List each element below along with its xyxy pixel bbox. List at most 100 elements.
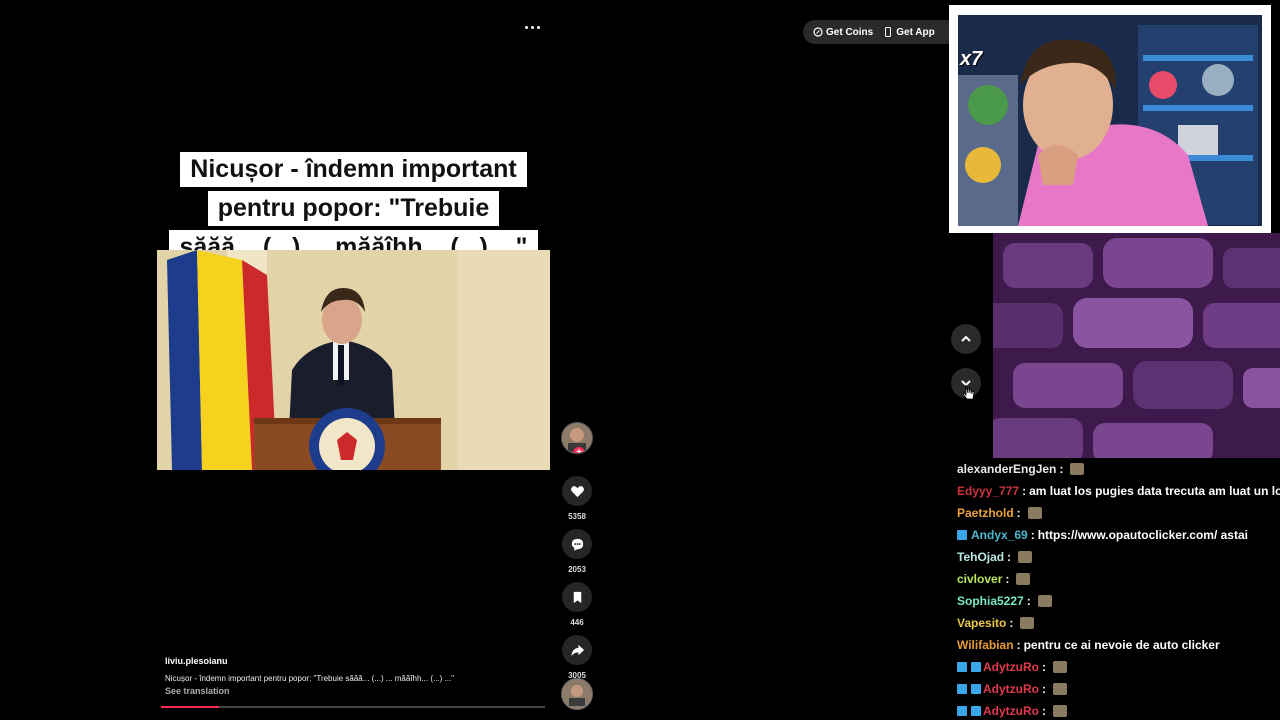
get-app-button[interactable]: Get App [883, 27, 935, 38]
chat-emote-icon [1053, 683, 1067, 695]
chat-message: Edyyy_777: am luat los pugies data trecut… [957, 480, 1280, 502]
chat-message: TehOjad: [957, 546, 1280, 568]
get-coins-button[interactable]: Get Coins [813, 27, 873, 38]
chat-username[interactable]: Vapesito [957, 614, 1006, 632]
chat-emote-icon [1037, 595, 1052, 607]
chat-badge-icon [957, 706, 967, 716]
mouse-cursor-icon [963, 384, 975, 400]
author-name[interactable]: liviu.plesoianu [165, 656, 228, 666]
chat-separator: : [1026, 594, 1031, 608]
chat-emote-icon [1020, 617, 1035, 629]
chat-emote-icon [1018, 551, 1033, 563]
chat-emote-icon [1053, 661, 1067, 673]
chat-text: am luat los pugies data trecuta am luat … [1029, 484, 1280, 498]
dot [524, 25, 528, 29]
heart-icon [570, 485, 584, 497]
comment-icon [571, 538, 583, 551]
chat-username[interactable]: alexanderEngJen [957, 460, 1056, 478]
more-options-button[interactable] [520, 18, 544, 36]
chat-username[interactable]: Andyx_69 [971, 526, 1028, 544]
chat-username[interactable]: Wilifabian [957, 636, 1014, 654]
stream-background [993, 233, 1280, 458]
chat-message: Paetzhold: [957, 502, 1280, 524]
chat-message: alexanderEngJen: [957, 458, 1280, 480]
chat-message: AdytzuRo: [957, 700, 1280, 720]
caption-line-1: Nicușor - îndemn important [180, 152, 527, 187]
video-player[interactable] [157, 250, 550, 470]
chat-separator: : [1016, 638, 1021, 652]
chat-username[interactable]: TehOjad [957, 548, 1004, 566]
share-button[interactable] [562, 635, 592, 665]
chat-text: pentru ce ai nevoie de auto clicker [1023, 638, 1220, 652]
chat-badge-icon [957, 684, 967, 694]
caption-line-2: pentru popor: "Trebuie [207, 191, 500, 226]
chat-badge-icon [957, 662, 967, 672]
chat-emote-icon [1016, 573, 1031, 585]
bookmark-icon [573, 591, 581, 603]
chat-text: https://www.opautoclicker.com/ astai [1037, 528, 1248, 542]
chat-separator: : [1022, 484, 1027, 498]
like-count: 5358 [568, 512, 586, 521]
get-app-label: Get App [896, 26, 935, 38]
chat-badge-icon [957, 530, 967, 540]
chat-separator: : [1009, 616, 1014, 630]
webcam-image [958, 15, 1262, 226]
dot [536, 25, 540, 29]
chat-username[interactable]: AdytzuRo [983, 680, 1039, 698]
chat-separator: : [1007, 550, 1012, 564]
dot [530, 25, 534, 29]
video-frame-image [157, 250, 550, 470]
see-translation-link[interactable]: See translation [165, 686, 230, 696]
chat-separator: : [1042, 660, 1046, 674]
chevron-up-icon [961, 335, 971, 342]
chat-message: AdytzuRo: [957, 678, 1280, 700]
chat-message: Vapesito: [957, 612, 1280, 634]
multiplier-badge: x7 [960, 48, 983, 70]
chat-message: Andyx_69: https://www.opautoclicker.com/ … [957, 524, 1280, 546]
chat-username[interactable]: Edyyy_777 [957, 482, 1019, 500]
get-coins-label: Get Coins [826, 26, 874, 38]
chat-emote-icon [1053, 705, 1067, 717]
action-column: + 5358 2053 446 3005 [560, 422, 594, 688]
chat-username[interactable]: Sophia5227 [957, 592, 1024, 610]
chat-separator: : [1042, 704, 1046, 718]
disc-image [562, 679, 592, 709]
share-icon [570, 644, 584, 656]
chat-username[interactable]: AdytzuRo [983, 658, 1039, 676]
chat-message: Sophia5227: [957, 590, 1280, 612]
phone-icon [885, 27, 892, 37]
previous-video-button[interactable] [951, 324, 981, 354]
creator-avatar[interactable]: + [561, 422, 593, 454]
chat-username[interactable]: AdytzuRo [983, 702, 1039, 720]
music-disc-avatar[interactable] [561, 678, 593, 710]
comment-button[interactable] [562, 529, 592, 559]
chat-message: Wilifabian: pentru ce ai nevoie de auto c… [957, 634, 1280, 656]
chat-username[interactable]: Paetzhold [957, 504, 1014, 522]
coin-icon [813, 27, 823, 37]
save-count: 446 [570, 618, 584, 627]
progress-fill [161, 706, 219, 708]
stream-chat: alexanderEngJen: Edyyy_777: am luat los pu… [957, 458, 1280, 720]
chat-separator: : [1016, 506, 1021, 520]
video-description: Nicușor - îndemn important pentru popor:… [165, 674, 455, 683]
chat-message: AdytzuRo: [957, 656, 1280, 678]
chat-badge-icon [971, 662, 981, 672]
webcam-overlay [949, 5, 1271, 233]
video-progress-bar[interactable] [161, 706, 545, 708]
chat-badge-icon [971, 684, 981, 694]
chat-emote-icon [1070, 463, 1085, 475]
like-button[interactable] [562, 476, 592, 506]
chat-separator: : [1005, 572, 1010, 586]
chat-separator: : [1059, 462, 1064, 476]
follow-button[interactable]: + [573, 447, 585, 453]
chat-emote-icon [1027, 507, 1042, 519]
save-button[interactable] [562, 582, 592, 612]
comment-count: 2053 [568, 565, 586, 574]
webcam-feed [958, 15, 1262, 226]
chat-separator: : [1030, 528, 1035, 542]
chat-message: civlover: [957, 568, 1280, 590]
chat-username[interactable]: civlover [957, 570, 1002, 588]
top-actions-bar: Get Coins Get App [803, 20, 963, 44]
chat-separator: : [1042, 682, 1046, 696]
stone-wall-image [993, 233, 1280, 458]
